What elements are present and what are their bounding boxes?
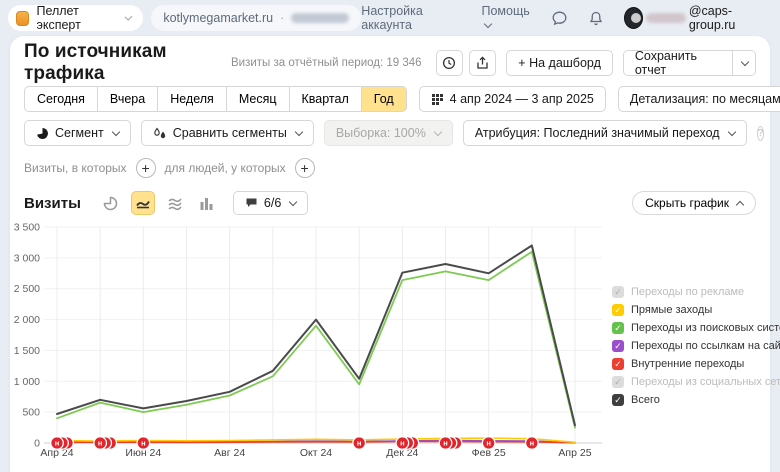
svg-text:2 500: 2 500 <box>14 283 40 295</box>
legend-item-ads[interactable]: ✓Переходы по рекламе <box>612 283 780 301</box>
svg-text:н: н <box>55 439 60 448</box>
svg-text:Апр 25: Апр 25 <box>558 447 591 459</box>
svg-text:н: н <box>141 439 146 448</box>
legend-checkbox[interactable]: ✓ <box>612 340 624 352</box>
legend-item-site-links[interactable]: ✓Переходы по ссылкам на сайтах <box>612 337 780 355</box>
svg-text:н: н <box>400 439 405 448</box>
chart-legend: ✓Переходы по рекламе ✓Прямые заходы ✓Пер… <box>612 283 780 409</box>
svg-text:Окт 24: Окт 24 <box>300 447 332 459</box>
svg-text:500: 500 <box>22 407 40 419</box>
legend-item-social[interactable]: ✓Переходы из социальных сетей <box>612 373 780 391</box>
legend-checkbox[interactable]: ✓ <box>612 322 624 334</box>
legend-checkbox[interactable]: ✓ <box>612 286 624 298</box>
legend-checkbox[interactable]: ✓ <box>612 376 624 388</box>
svg-text:0: 0 <box>34 438 40 450</box>
svg-text:н: н <box>530 439 535 448</box>
svg-text:3 000: 3 000 <box>14 252 40 264</box>
legend-checkbox[interactable]: ✓ <box>612 304 624 316</box>
legend-item-total[interactable]: ✓Всего <box>612 391 780 409</box>
tab-year[interactable]: Год <box>361 86 407 112</box>
legend-item-search[interactable]: ✓Переходы из поисковых систем <box>612 319 780 337</box>
legend-checkbox[interactable]: ✓ <box>612 394 624 406</box>
svg-text:2 000: 2 000 <box>14 314 40 326</box>
legend-item-internal[interactable]: ✓Внутренние переходы <box>612 355 780 373</box>
svg-text:3 500: 3 500 <box>14 222 40 234</box>
legend-item-direct[interactable]: ✓Прямые заходы <box>612 301 780 319</box>
svg-text:н: н <box>98 439 103 448</box>
legend-checkbox[interactable]: ✓ <box>612 358 624 370</box>
svg-text:н: н <box>486 439 491 448</box>
svg-text:1 500: 1 500 <box>14 345 40 357</box>
svg-text:н: н <box>443 439 448 448</box>
svg-text:1 000: 1 000 <box>14 376 40 388</box>
svg-text:н: н <box>357 439 362 448</box>
svg-text:Авг 24: Авг 24 <box>214 447 245 459</box>
